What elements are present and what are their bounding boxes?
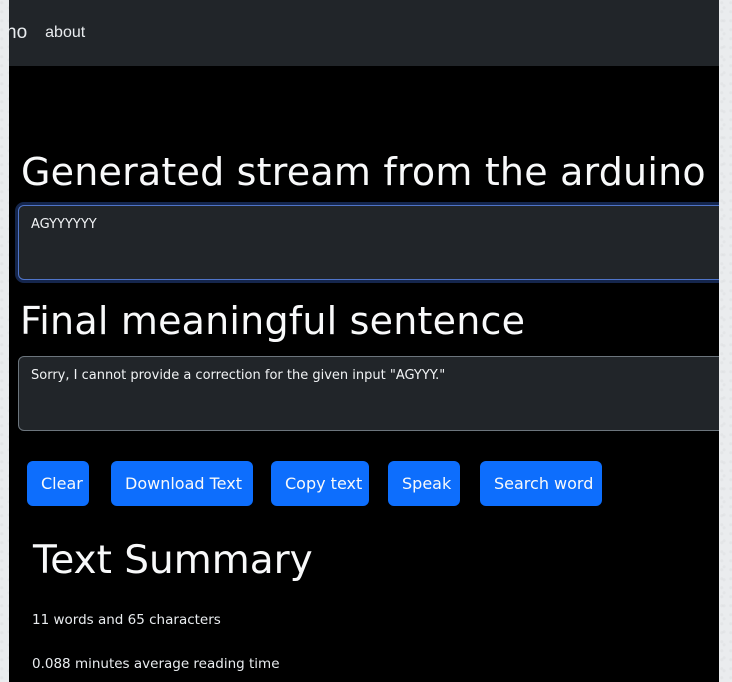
nav-link-about[interactable]: about <box>45 24 85 42</box>
word-character-count: 11 words and 65 characters <box>32 612 221 628</box>
copy-text-button[interactable]: Copy text <box>271 461 369 506</box>
screenshot-frame: ho about Generated stream from the ardui… <box>0 0 732 682</box>
stream-heading: Generated stream from the arduino <box>21 150 706 194</box>
navbar: ho about <box>9 0 719 66</box>
text-summary-heading: Text Summary <box>33 538 313 583</box>
main-content: Generated stream from the arduino AGYYYY… <box>9 66 719 682</box>
search-word-button[interactable]: Search word <box>480 461 602 506</box>
stream-textarea[interactable]: AGYYYYYY <box>18 205 719 280</box>
app-window: ho about Generated stream from the ardui… <box>9 0 719 682</box>
navbar-brand[interactable]: ho <box>9 22 27 44</box>
final-sentence-heading: Final meaningful sentence <box>20 299 526 343</box>
reading-time: 0.088 minutes average reading time <box>32 656 280 672</box>
clear-button[interactable]: Clear <box>27 461 89 506</box>
download-text-button[interactable]: Download Text <box>111 461 253 506</box>
speak-button[interactable]: Speak <box>388 461 460 506</box>
final-sentence-textarea[interactable]: Sorry, I cannot provide a correction for… <box>18 356 719 431</box>
